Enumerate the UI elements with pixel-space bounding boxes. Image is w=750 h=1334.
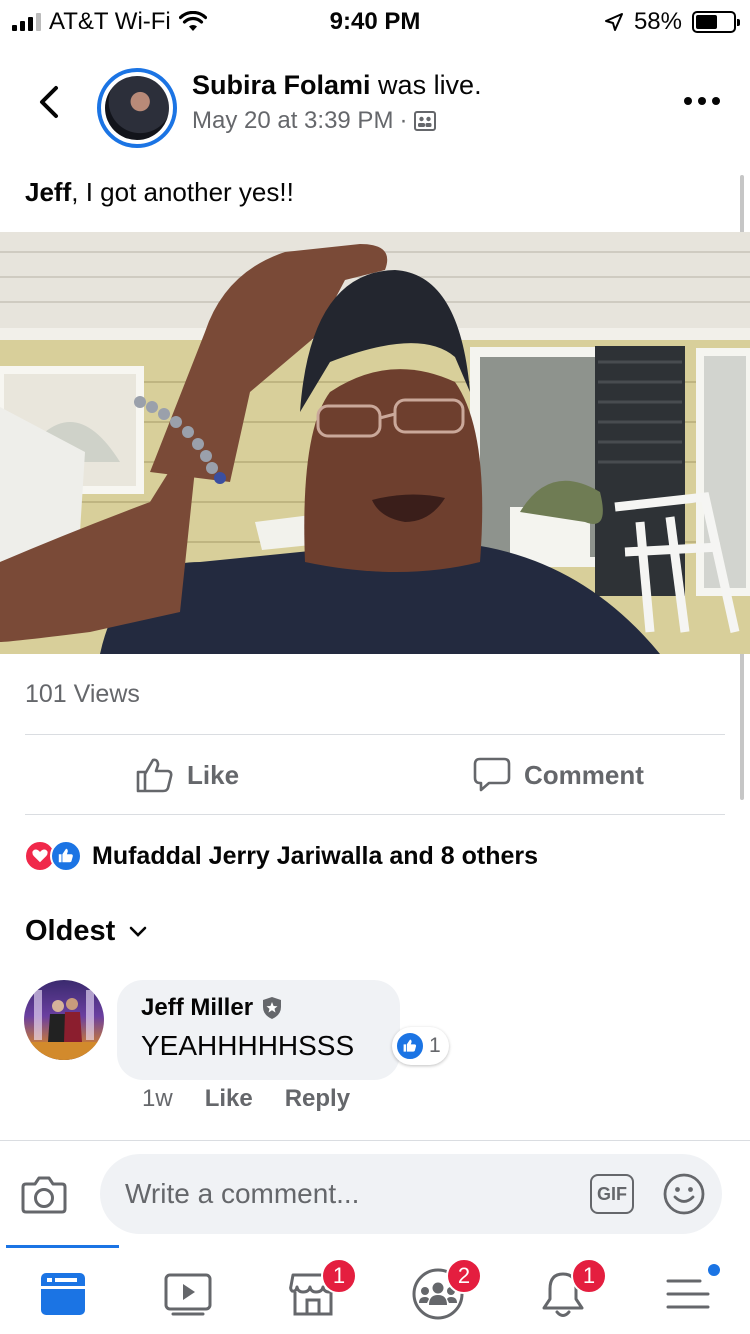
- comment-author[interactable]: Jeff Miller: [141, 994, 253, 1022]
- caption-mention[interactable]: Jeff: [25, 177, 71, 207]
- meta-separator: ·: [399, 107, 408, 134]
- avatar-image: [24, 990, 104, 1060]
- back-icon[interactable]: [30, 82, 70, 122]
- thumbs-up-icon: [136, 758, 173, 793]
- moderator-shield-icon: [263, 997, 282, 1019]
- marketplace-badge: 1: [321, 1258, 357, 1294]
- reactions-summary[interactable]: Mufaddal Jerry Jariwalla and 8 others: [24, 840, 538, 872]
- video-frame: [0, 232, 750, 654]
- gif-button[interactable]: GIF: [590, 1174, 634, 1214]
- battery-fill: [696, 15, 717, 29]
- comment-bubble[interactable]: Jeff Miller YEAHHHHHSSS: [117, 980, 400, 1080]
- comment-reply-button[interactable]: Reply: [285, 1085, 350, 1113]
- divider: [0, 1140, 750, 1141]
- battery-icon: [692, 11, 740, 33]
- status-bar: AT&T Wi-Fi 9:40 PM 58%: [0, 0, 750, 40]
- commenter-avatar[interactable]: [24, 980, 104, 1060]
- notifications-badge: 1: [571, 1258, 607, 1294]
- location-arrow-icon: [604, 13, 623, 31]
- caption-text: , I got another yes!!: [71, 177, 294, 207]
- tab-news-feed[interactable]: [35, 1266, 91, 1322]
- video-play-icon: [164, 1273, 212, 1316]
- comment-reaction-count[interactable]: 1: [392, 1027, 449, 1065]
- emoji-icon[interactable]: [662, 1172, 706, 1216]
- comment-author-line: Jeff Miller: [141, 994, 376, 1022]
- post-caption: Jeff, I got another yes!!: [25, 177, 294, 208]
- more-options-icon[interactable]: [684, 97, 720, 105]
- comment-input[interactable]: Write a comment... GIF: [100, 1154, 722, 1234]
- like-reaction-icon: [395, 1031, 425, 1061]
- tab-menu[interactable]: [660, 1262, 722, 1322]
- comment-label: Comment: [524, 759, 644, 790]
- menu-notification-dot: [706, 1262, 722, 1278]
- divider: [25, 734, 725, 735]
- divider: [25, 814, 725, 815]
- groups-badge: 2: [446, 1258, 482, 1294]
- post-author-line: Subira Folami was live.: [192, 70, 482, 101]
- tab-marketplace[interactable]: 1: [285, 1258, 357, 1322]
- camera-icon[interactable]: [20, 1170, 68, 1218]
- live-video[interactable]: [0, 232, 750, 654]
- reactions-text: Mufaddal Jerry Jariwalla and 8 others: [92, 841, 538, 870]
- bottom-tab-bar: 1 2 1: [0, 1248, 750, 1334]
- comment-actions: 1w Like Reply: [142, 1085, 350, 1113]
- tab-watch[interactable]: [160, 1266, 216, 1322]
- comment-sort-dropdown[interactable]: Oldest: [25, 915, 147, 948]
- sort-label: Oldest: [25, 915, 116, 947]
- comment-button[interactable]: Comment: [472, 755, 644, 795]
- post-date[interactable]: May 20 at 3:39 PM: [192, 107, 393, 135]
- status-right: 58%: [604, 8, 740, 36]
- like-reaction-icon: [50, 840, 82, 872]
- comment-bubble-icon: [473, 757, 511, 792]
- news-feed-icon: [41, 1273, 85, 1315]
- view-count: 101 Views: [25, 680, 140, 708]
- reaction-count: 1: [429, 1034, 441, 1057]
- post-action: was live.: [370, 70, 482, 100]
- comment-like-button[interactable]: Like: [205, 1085, 253, 1113]
- author-avatar[interactable]: [97, 68, 177, 148]
- battery-percent: 58%: [633, 8, 682, 35]
- author-name[interactable]: Subira Folami: [192, 70, 371, 100]
- tab-groups[interactable]: 2: [410, 1258, 482, 1322]
- like-button[interactable]: Like: [135, 755, 239, 795]
- tab-notifications[interactable]: 1: [535, 1258, 607, 1322]
- comment-placeholder: Write a comment...: [125, 1178, 360, 1209]
- hamburger-menu-icon: [666, 1279, 710, 1309]
- comment-time: 1w: [142, 1085, 173, 1112]
- chevron-down-icon: [129, 926, 147, 937]
- like-label: Like: [187, 759, 240, 790]
- avatar-image: [105, 76, 169, 140]
- post-meta: May 20 at 3:39 PM ·: [192, 107, 437, 135]
- comment-text: YEAHHHHHSSS: [141, 1030, 355, 1061]
- audience-icon: [414, 111, 437, 131]
